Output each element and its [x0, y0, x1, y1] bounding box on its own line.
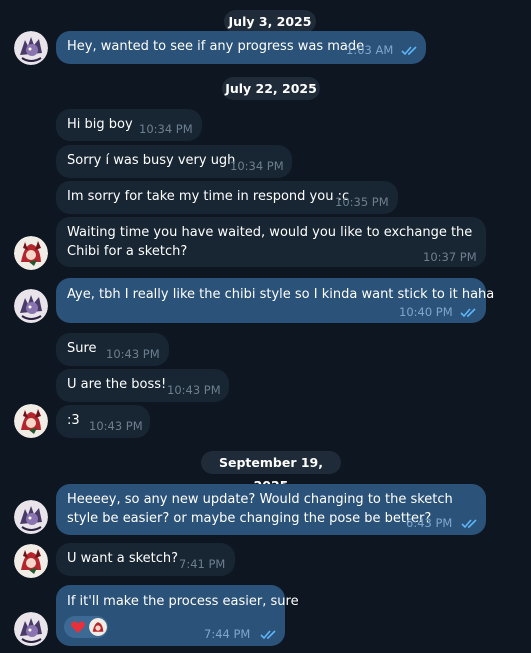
avatar-purple[interactable] [14, 612, 48, 646]
message-time: 10:37 PM [423, 250, 477, 264]
message-bubble-incoming[interactable]: Sorry í was busy very ugh 10:34 PM [56, 145, 292, 178]
double-check-icon [461, 519, 477, 529]
message-bubble-outgoing[interactable]: If it'll make the process easier, sure 7… [56, 585, 299, 646]
date-separator: September 19, 2025 [201, 451, 341, 493]
avatar-purple[interactable] [14, 500, 48, 534]
message-bubble-incoming[interactable]: Hi big boy 10:34 PM [56, 109, 202, 141]
message-text: Aye, tbh I really like the chibi style s… [67, 287, 495, 302]
double-check-icon [260, 630, 276, 640]
double-check-icon [401, 46, 417, 56]
message-time: 10:34 PM [230, 159, 284, 173]
message-time: 10:34 PM [139, 122, 193, 136]
message-bubble-incoming[interactable]: :3 10:43 PM [56, 405, 150, 438]
message-text: Hi big boy [67, 117, 133, 132]
date-separator: July 3, 2025 [224, 10, 316, 33]
reaction-chip[interactable] [64, 616, 108, 638]
message-text: Sure [67, 341, 97, 356]
message-time: 10:40 PM [399, 305, 453, 319]
date-separator: July 22, 2025 [222, 77, 320, 100]
message-time: 7:44 PM [204, 627, 251, 641]
message-time: 10:43 PM [106, 347, 160, 361]
message-time: 7:41 PM [179, 557, 226, 571]
message-bubble-outgoing[interactable]: Heeeey, so any new update? Would changin… [56, 484, 486, 535]
message-bubble-incoming[interactable]: Waiting time you have waited, would you … [56, 217, 486, 267]
avatar-purple[interactable] [14, 31, 48, 65]
double-check-icon [460, 308, 476, 318]
message-bubble-incoming[interactable]: Sure 10:43 PM [56, 333, 169, 366]
message-bubble-outgoing[interactable]: Aye, tbh I really like the chibi style s… [56, 278, 494, 323]
avatar-purple[interactable] [14, 289, 48, 323]
avatar-red[interactable] [14, 236, 48, 270]
message-time: 1:03 AM [346, 43, 394, 57]
message-time: 10:43 PM [167, 383, 221, 397]
message-text: U are the boss! [67, 377, 167, 392]
message-bubble-incoming[interactable]: U want a sketch? 7:41 PM [56, 543, 235, 576]
message-text: U want a sketch? [67, 551, 179, 566]
message-text: Waiting time you have waited, would you … [67, 225, 473, 259]
reactor-avatar [89, 618, 107, 636]
message-bubble-incoming[interactable]: U are the boss! 10:43 PM [56, 369, 229, 402]
message-text: Hey, wanted to see if any progress was m… [67, 39, 365, 54]
message-time: 10:43 PM [89, 419, 143, 433]
message-time: 10:35 PM [335, 195, 389, 209]
avatar-red[interactable] [14, 404, 48, 438]
message-time: 6:43 PM [406, 516, 453, 530]
message-text: :3 [67, 413, 80, 428]
message-bubble-outgoing[interactable]: Hey, wanted to see if any progress was m… [56, 31, 426, 64]
message-text: Sorry í was busy very ugh [67, 153, 236, 168]
avatar-red[interactable] [14, 544, 48, 578]
message-text: Im sorry for take my time in respond you… [67, 189, 350, 204]
message-text: If it'll make the process easier, sure [67, 594, 299, 609]
heart-icon [71, 621, 85, 633]
message-bubble-incoming[interactable]: Im sorry for take my time in respond you… [56, 181, 398, 214]
